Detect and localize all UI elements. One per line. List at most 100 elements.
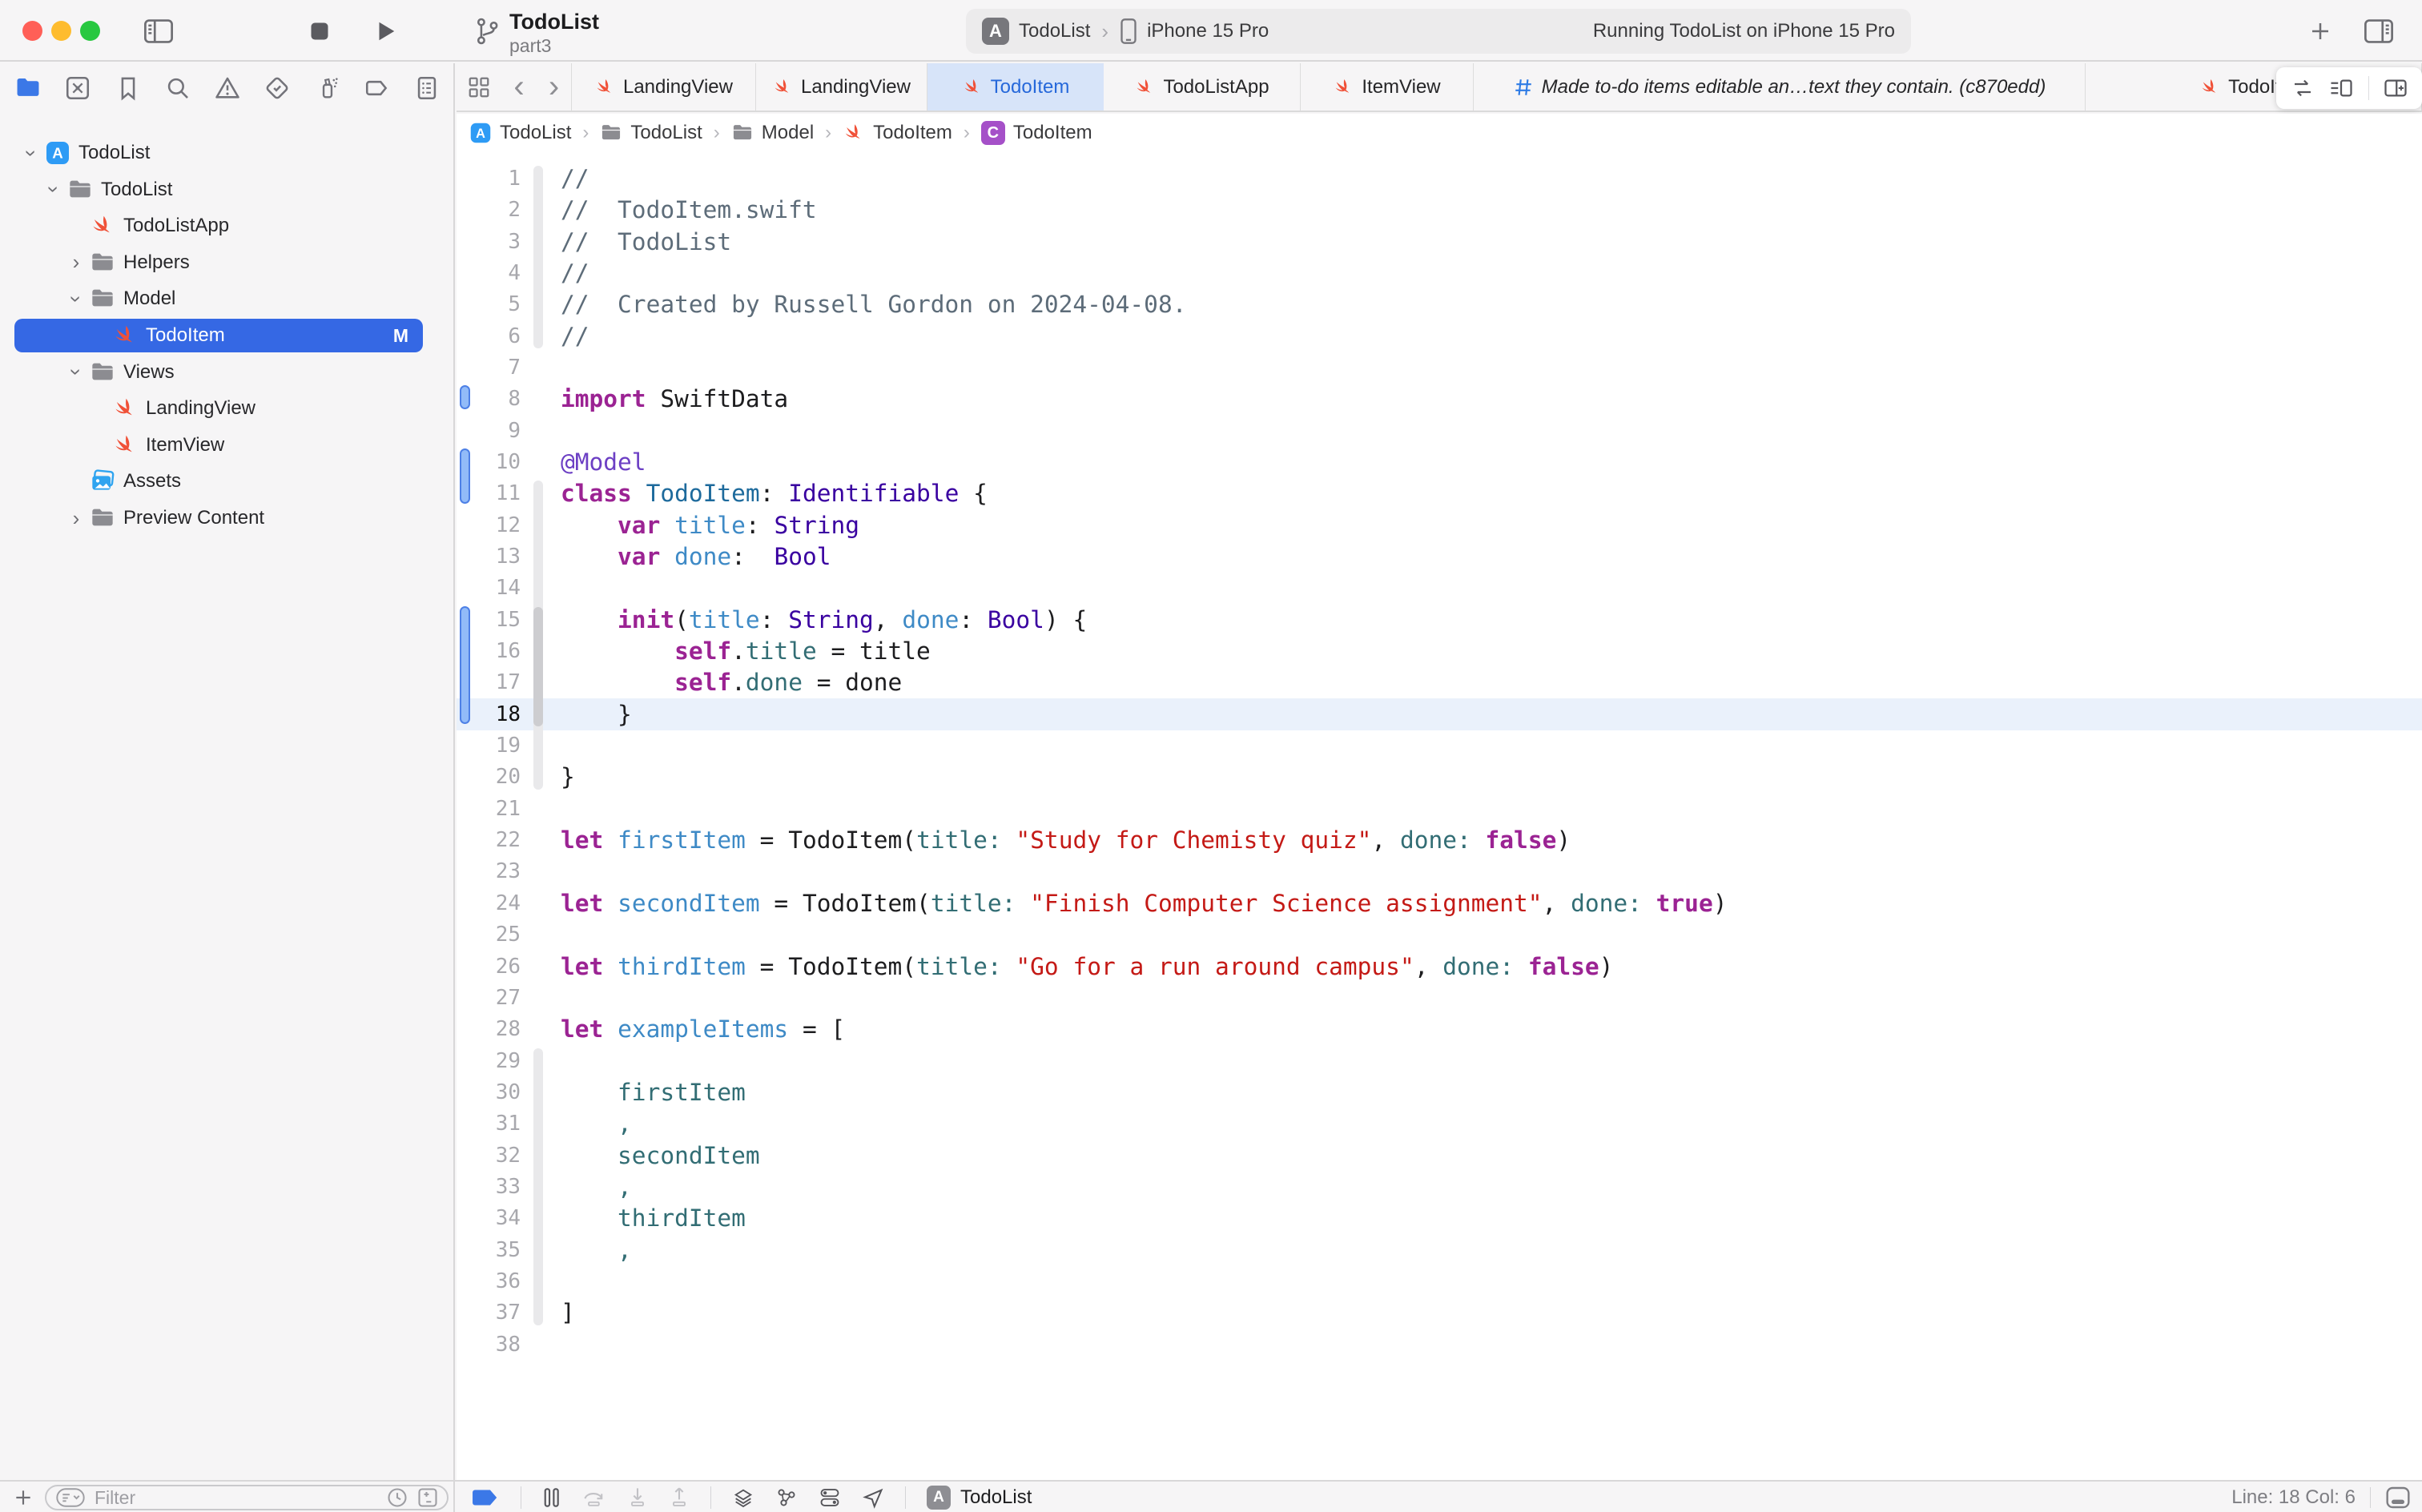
sidebar-item-model[interactable]: › Model bbox=[0, 280, 455, 317]
tab-todolistapp[interactable]: TodoListApp bbox=[1104, 63, 1301, 111]
code-fold-ribbon[interactable] bbox=[533, 1048, 543, 1325]
disclosure-chevron-icon[interactable]: › bbox=[42, 179, 66, 200]
tab-landingview[interactable]: LandingView bbox=[756, 63, 927, 111]
run-destination[interactable]: iPhone 15 Pro bbox=[1147, 20, 1269, 42]
tab-todoitem[interactable]: TodoItem bbox=[927, 63, 1104, 111]
add-editor-plus-button[interactable] bbox=[2300, 0, 2340, 62]
editor-grid-icon[interactable] bbox=[457, 63, 501, 111]
source-control-navigator-icon[interactable] bbox=[64, 74, 91, 102]
memory-graph-icon[interactable] bbox=[775, 1486, 798, 1509]
filter-menu-icon[interactable] bbox=[54, 1486, 86, 1509]
sidebar-item-todolist[interactable]: › TodoList bbox=[0, 171, 455, 208]
code-line[interactable]: // bbox=[561, 163, 589, 195]
code-line[interactable]: , bbox=[561, 1234, 632, 1266]
add-file-plus-icon[interactable] bbox=[13, 1487, 34, 1508]
recent-files-clock-icon[interactable] bbox=[386, 1486, 408, 1509]
disclosure-chevron-icon[interactable]: › bbox=[66, 250, 86, 275]
code-line[interactable]: } bbox=[561, 761, 575, 793]
find-navigator-icon[interactable] bbox=[164, 74, 191, 102]
tests-navigator-icon[interactable] bbox=[264, 74, 291, 102]
code-line[interactable]: // TodoItem.swift bbox=[561, 194, 817, 226]
code-line[interactable]: , bbox=[561, 1108, 632, 1140]
disclosure-chevron-icon[interactable]: › bbox=[66, 506, 86, 531]
zoom-button[interactable] bbox=[80, 21, 100, 41]
filter-input[interactable]: Filter bbox=[45, 1485, 449, 1510]
breakpoints-toggle-icon[interactable] bbox=[471, 1487, 500, 1508]
breadcrumb-item[interactable]: ATodoList bbox=[469, 122, 571, 144]
sidebar-item-todoitem[interactable]: TodoItemM bbox=[0, 317, 455, 354]
project-navigator-icon[interactable] bbox=[14, 74, 42, 102]
sidebar-item-preview-content[interactable]: › Preview Content bbox=[0, 500, 455, 537]
breadcrumb-item[interactable]: TodoItem bbox=[843, 122, 952, 144]
code-line[interactable]: secondItem bbox=[561, 1140, 760, 1172]
simulate-location-icon[interactable] bbox=[862, 1486, 884, 1509]
sidebar-item-views[interactable]: › Views bbox=[0, 354, 455, 391]
code-line[interactable]: let exampleItems = [ bbox=[561, 1013, 845, 1045]
code-line[interactable]: , bbox=[561, 1171, 632, 1203]
view-hierarchy-icon[interactable] bbox=[732, 1486, 754, 1509]
breakpoints-navigator-icon[interactable] bbox=[364, 74, 391, 102]
breadcrumb-item[interactable]: Model bbox=[731, 122, 814, 144]
code-line[interactable]: var done: Bool bbox=[561, 541, 831, 573]
bookmarks-navigator-icon[interactable] bbox=[115, 74, 142, 102]
activity-status-bar[interactable]: A TodoList › iPhone 15 Pro Running TodoL… bbox=[966, 9, 1911, 54]
code-line[interactable]: @Model bbox=[561, 446, 646, 478]
code-fold-ribbon[interactable] bbox=[533, 607, 543, 726]
disclosure-chevron-icon[interactable]: › bbox=[64, 362, 89, 383]
forward-button[interactable]: › bbox=[537, 63, 572, 111]
stop-button[interactable] bbox=[301, 0, 338, 62]
tab-landingview[interactable]: LandingView bbox=[572, 63, 756, 111]
swap-editors-icon[interactable] bbox=[2291, 78, 2315, 99]
tab-made[interactable]: Made to-do items editable an…text they c… bbox=[1474, 63, 2086, 111]
code-line[interactable]: // bbox=[561, 257, 589, 289]
source-control-changes-icon[interactable] bbox=[416, 1486, 439, 1509]
code-line[interactable]: // bbox=[561, 320, 589, 352]
code-line[interactable]: let firstItem = TodoItem(title: "Study f… bbox=[561, 824, 1571, 856]
sidebar-item-helpers[interactable]: › Helpers bbox=[0, 244, 455, 281]
breadcrumb-item[interactable]: CTodoItem bbox=[981, 121, 1092, 145]
environment-overrides-icon[interactable] bbox=[819, 1486, 841, 1509]
sidebar-item-landingview[interactable]: LandingView bbox=[0, 390, 455, 427]
toggle-right-sidebar-icon[interactable] bbox=[2356, 0, 2401, 62]
code-line[interactable]: self.done = done bbox=[561, 666, 902, 698]
reports-navigator-icon[interactable] bbox=[413, 74, 441, 102]
code-line[interactable]: let secondItem = TodoItem(title: "Finish… bbox=[561, 887, 1727, 919]
sidebar-item-todolist[interactable]: › A TodoList bbox=[0, 135, 455, 171]
tab-itemview[interactable]: ItemView bbox=[1301, 63, 1474, 111]
split-editor-icon[interactable] bbox=[2384, 78, 2408, 99]
disclosure-chevron-icon[interactable]: › bbox=[19, 143, 44, 163]
close-button[interactable] bbox=[22, 21, 42, 41]
editor-layout-icon[interactable] bbox=[2329, 78, 2353, 99]
back-button[interactable]: ‹ bbox=[501, 63, 537, 111]
code-line[interactable]: import SwiftData bbox=[561, 383, 788, 415]
toggle-left-sidebar-icon[interactable] bbox=[136, 0, 181, 62]
sidebar-item-itemview[interactable]: ItemView bbox=[0, 427, 455, 464]
step-over-icon[interactable] bbox=[582, 1486, 606, 1509]
disclosure-chevron-icon[interactable]: › bbox=[64, 288, 89, 309]
issues-navigator-icon[interactable] bbox=[214, 74, 241, 102]
toggle-debug-area-icon[interactable] bbox=[2385, 1486, 2411, 1510]
step-out-icon[interactable] bbox=[669, 1486, 690, 1509]
step-into-icon[interactable] bbox=[627, 1486, 648, 1509]
code-line[interactable]: ] bbox=[561, 1297, 575, 1329]
pause-icon[interactable] bbox=[542, 1487, 561, 1508]
code-line[interactable]: init(title: String, done: Bool) { bbox=[561, 604, 1087, 636]
running-process[interactable]: A TodoList bbox=[927, 1486, 1032, 1510]
code-line[interactable]: } bbox=[561, 698, 632, 730]
sidebar-item-todolistapp[interactable]: TodoListApp bbox=[0, 207, 455, 244]
scheme-name[interactable]: TodoList bbox=[1019, 20, 1090, 42]
code-line[interactable]: firstItem bbox=[561, 1076, 746, 1108]
code-line[interactable]: // Created by Russell Gordon on 2024-04-… bbox=[561, 288, 1186, 320]
code-line[interactable]: self.title = title bbox=[561, 635, 931, 667]
run-button[interactable] bbox=[367, 0, 404, 62]
code-line[interactable]: thirdItem bbox=[561, 1202, 746, 1234]
code-line[interactable]: // TodoList bbox=[561, 226, 731, 258]
breadcrumb-item[interactable]: TodoList bbox=[600, 122, 702, 144]
sidebar-item-assets[interactable]: Assets bbox=[0, 463, 455, 500]
code-fold-ribbon[interactable] bbox=[533, 166, 543, 348]
code-line[interactable]: class TodoItem: Identifiable { bbox=[561, 477, 988, 509]
code-line[interactable]: var title: String bbox=[561, 509, 859, 541]
debug-navigator-icon[interactable] bbox=[314, 74, 341, 102]
code-line[interactable]: let thirdItem = TodoItem(title: "Go for … bbox=[561, 951, 1613, 983]
minimize-button[interactable] bbox=[51, 21, 71, 41]
